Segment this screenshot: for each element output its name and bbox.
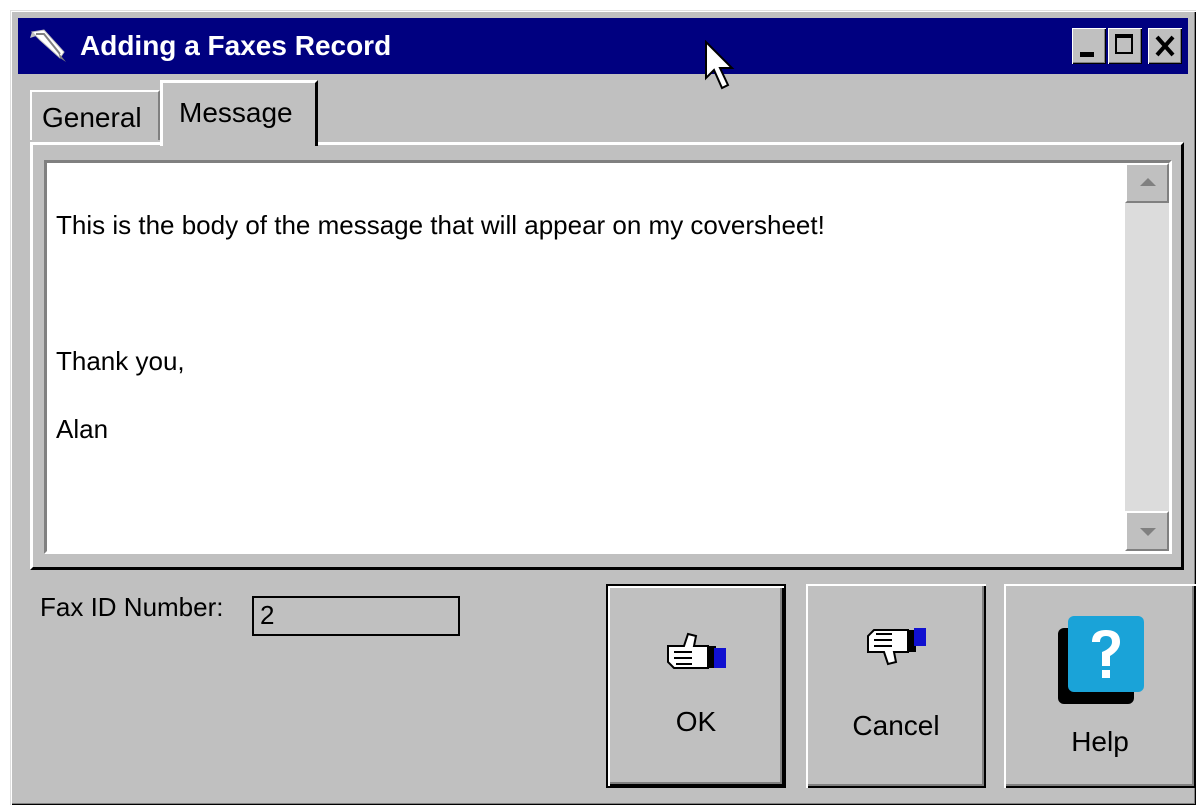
- fax-id-field: 2: [252, 596, 460, 636]
- tab-general-label: General: [42, 102, 142, 133]
- message-textarea-frame: This is the body of the message that wil…: [44, 160, 1172, 554]
- maximize-button[interactable]: [1108, 28, 1142, 64]
- question-mark-icon: [1058, 616, 1144, 704]
- thumbs-up-icon: [667, 632, 726, 669]
- scroll-down-button[interactable]: [1125, 511, 1169, 551]
- fax-id-label: Fax ID Number:: [40, 592, 224, 622]
- message-line: This is the body of the message that wil…: [56, 210, 825, 240]
- quill-pen-icon: [30, 29, 66, 62]
- tab-message-label: Message: [179, 97, 293, 128]
- vertical-scrollbar[interactable]: [1125, 163, 1169, 551]
- help-button-label: Help: [1071, 726, 1129, 757]
- message-line: [56, 276, 1120, 310]
- scroll-up-button[interactable]: [1125, 163, 1169, 203]
- cancel-button[interactable]: Cancel: [806, 584, 986, 788]
- ok-button-label: OK: [675, 706, 717, 737]
- message-line: Thank you,: [56, 346, 185, 376]
- title-bar[interactable]: Adding a Faxes Record: [18, 18, 1188, 74]
- help-button[interactable]: Help: [1004, 584, 1196, 788]
- minimize-button[interactable]: [1072, 28, 1106, 64]
- tab-message[interactable]: Message: [160, 80, 318, 146]
- message-line: Alan: [56, 414, 109, 444]
- message-textarea[interactable]: This is the body of the message that wil…: [50, 166, 1120, 548]
- mouse-cursor-icon: [705, 40, 735, 90]
- tab-general[interactable]: General: [30, 90, 160, 140]
- ok-button[interactable]: OK: [606, 584, 786, 788]
- thumbs-down-icon: [867, 628, 926, 666]
- close-icon: [1155, 35, 1175, 57]
- cancel-button-label: Cancel: [852, 710, 940, 741]
- close-button[interactable]: [1148, 28, 1182, 64]
- window-title: Adding a Faxes Record: [80, 30, 392, 61]
